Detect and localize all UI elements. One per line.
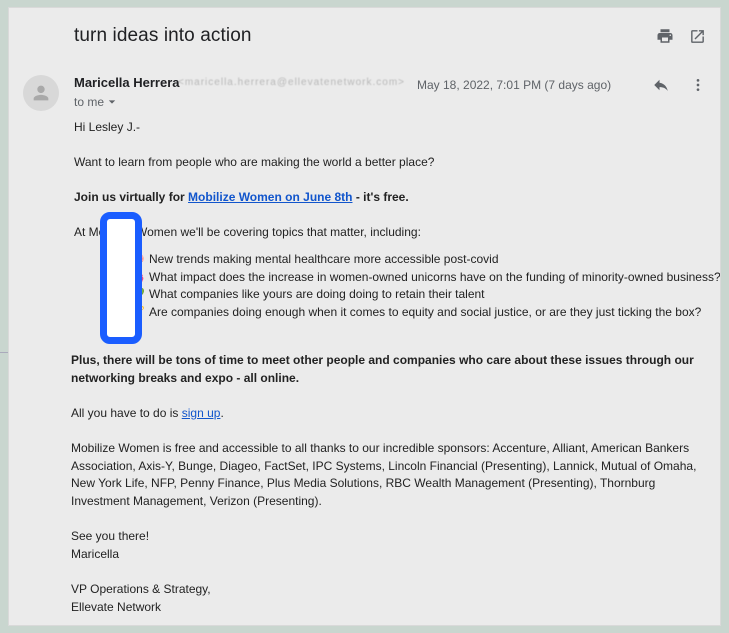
more-options-icon[interactable] bbox=[688, 75, 708, 95]
signature-org: Ellevate Network bbox=[71, 600, 162, 614]
signup-suffix: . bbox=[220, 406, 224, 420]
open-in-new-window-icon[interactable] bbox=[687, 26, 707, 46]
topic-text: Are companies doing enough when it comes… bbox=[149, 304, 702, 319]
sender-avatar[interactable] bbox=[23, 75, 59, 111]
join-line: Join us virtually for Mobilize Women on … bbox=[74, 189, 409, 207]
greeting: Hi Lesley J.- bbox=[74, 120, 141, 134]
topic-text: What companies like yours are doing doin… bbox=[149, 287, 485, 301]
intro-text: Want to learn from people who are making… bbox=[74, 155, 435, 169]
chevron-down-icon bbox=[108, 100, 116, 104]
networking-paragraph: Plus, there will be tons of time to meet… bbox=[71, 353, 694, 385]
sponsors-paragraph: Mobilize Women is free and accessible to… bbox=[71, 441, 697, 508]
join-suffix: - it's free. bbox=[352, 190, 409, 204]
list-item: 💚What companies like yours are doing doi… bbox=[119, 286, 720, 304]
sender-name[interactable]: Maricella Herrera bbox=[74, 75, 180, 90]
list-item: 🏆Are companies doing enough when it come… bbox=[119, 304, 720, 322]
background-divider bbox=[0, 352, 8, 353]
signature-title: VP Operations & Strategy, bbox=[71, 582, 211, 596]
closing-line: See you there! bbox=[71, 529, 150, 543]
recipient-label: to me bbox=[74, 95, 105, 109]
recipient-details-toggle[interactable]: to me bbox=[74, 95, 116, 109]
emoji-highlight-annotation bbox=[100, 212, 142, 344]
signature-name: Maricella bbox=[71, 547, 120, 561]
list-item: 🦄What impact does the increase in women-… bbox=[119, 269, 721, 287]
topic-text: New trends making mental healthcare more… bbox=[149, 252, 499, 266]
email-date: May 18, 2022, 7:01 PM (7 days ago) bbox=[417, 78, 612, 92]
print-icon[interactable] bbox=[655, 26, 675, 46]
signup-line: All you have to do is sign up. bbox=[71, 405, 224, 423]
sign-up-link[interactable]: sign up bbox=[182, 406, 221, 420]
topics-list: 🧠New trends making mental healthcare mor… bbox=[119, 251, 721, 322]
email-subject: turn ideas into action bbox=[74, 25, 252, 46]
list-item: 🧠New trends making mental healthcare mor… bbox=[119, 251, 720, 269]
person-icon bbox=[33, 85, 49, 101]
join-prefix: Join us virtually for bbox=[74, 190, 189, 204]
sender-email-obscured: <maricella.herrera@ellevatenetwork.com> bbox=[178, 77, 406, 88]
topic-text: What impact does the increase in women-o… bbox=[149, 269, 721, 284]
reply-icon[interactable] bbox=[651, 75, 671, 95]
mobilize-women-link[interactable]: Mobilize Women on June 8th bbox=[188, 190, 352, 204]
signup-prefix: All you have to do is bbox=[71, 406, 182, 420]
